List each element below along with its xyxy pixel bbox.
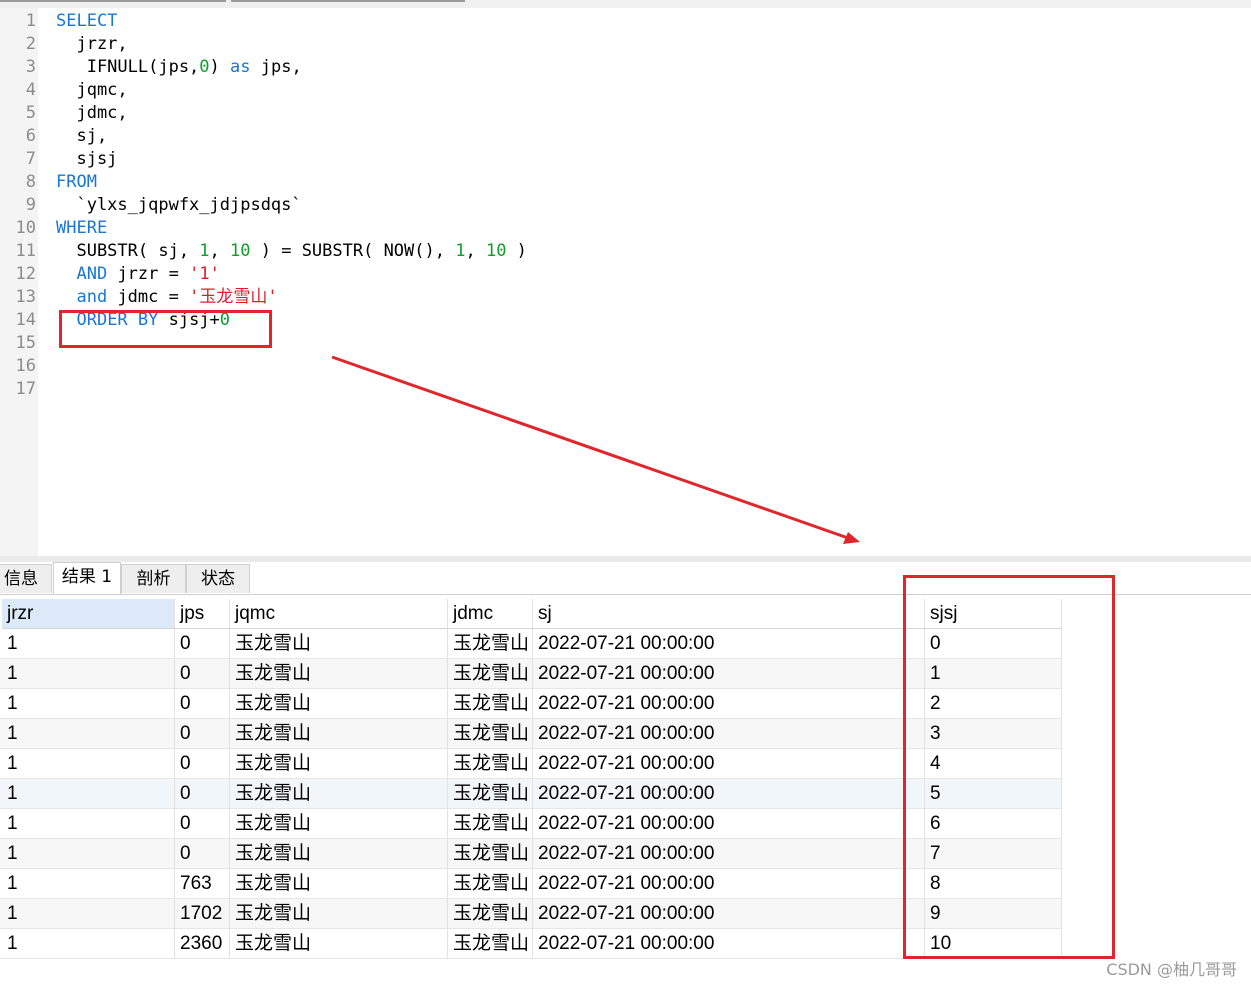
watermark: CSDN @柚几哥哥 xyxy=(1106,960,1237,979)
annotation-arrow xyxy=(331,355,860,544)
